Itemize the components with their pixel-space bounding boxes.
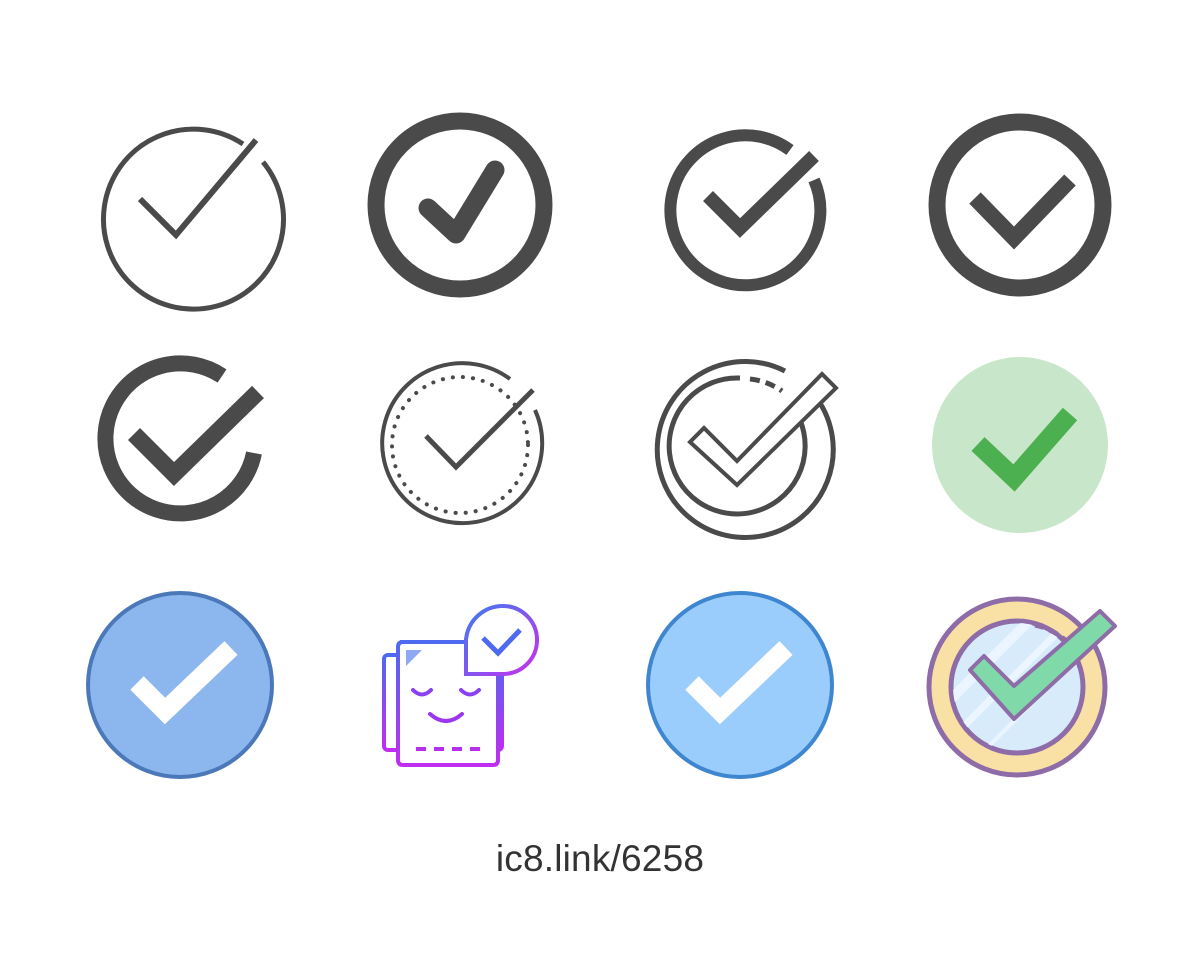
circle-check-dotted-icon	[380, 361, 545, 526]
circle-check-bold-icon	[367, 112, 553, 298]
circle-check-thick-icon	[928, 113, 1112, 297]
circle-check-blue-icon	[86, 591, 274, 779]
color-glass-check-icon	[926, 596, 1117, 778]
icon-grid	[86, 112, 1117, 779]
gradient-book-check-icon	[382, 603, 539, 767]
circle-check-thin-icon	[100, 126, 286, 312]
circle-check-light-blue-icon	[646, 591, 834, 779]
circle-check-double-ring-icon	[654, 359, 839, 540]
circle-check-open-icon	[97, 355, 264, 522]
icon-link-caption: ic8.link/6258	[495, 838, 705, 879]
circle-check-breaking-icon	[664, 129, 827, 292]
circle-check-green-icon	[932, 357, 1108, 533]
